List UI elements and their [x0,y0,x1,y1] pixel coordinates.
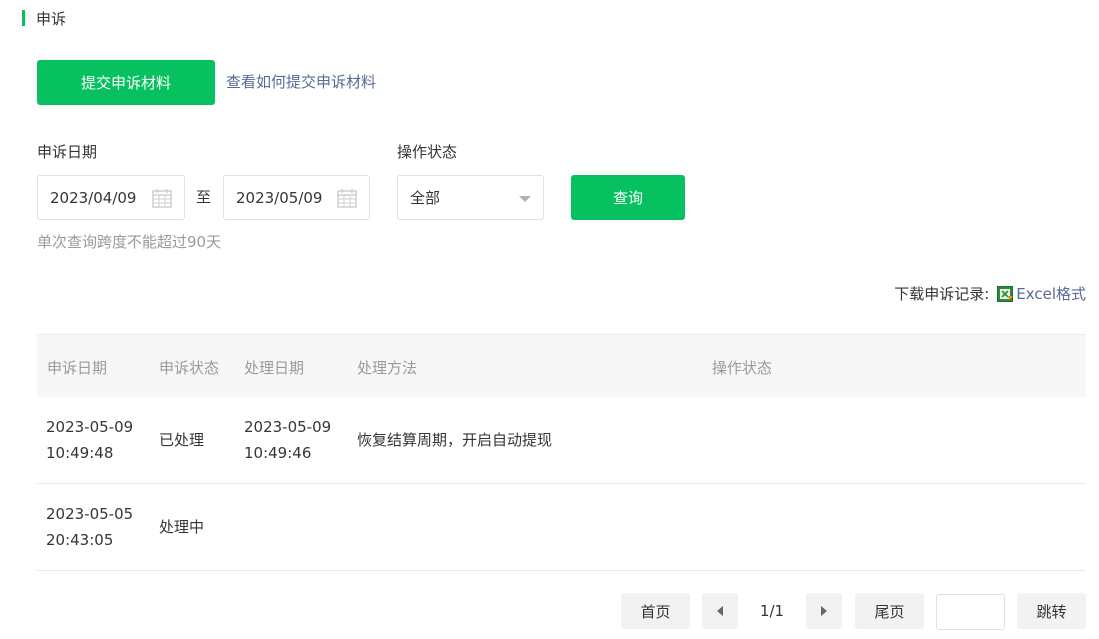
accent-bar [22,10,25,26]
appeal-date-label: 申诉日期 [37,143,98,161]
status-label: 操作状态 [397,143,458,161]
calendar-icon [152,189,172,208]
column-header: 申诉日期 [47,359,108,377]
query-button[interactable]: 查询 [571,175,685,220]
download-records: 下载申诉记录: Excel格式 [894,283,1086,304]
prev-page-button[interactable] [702,593,738,629]
status-select[interactable]: 全部 [397,175,544,220]
next-page-button[interactable] [806,593,842,629]
section-title-text: 申诉 [36,9,67,28]
first-page-button[interactable]: 首页 [621,593,690,629]
jump-page-input[interactable] [936,594,1005,630]
start-date-input[interactable]: 2023/04/09 [37,175,185,220]
query-hint: 单次查询跨度不能超过90天 [37,233,222,251]
excel-download-link[interactable]: Excel格式 [1016,283,1086,304]
start-date-value: 2023/04/09 [50,188,137,207]
chevron-down-icon [519,196,531,202]
end-date-input[interactable]: 2023/05/09 [223,175,370,220]
column-header: 操作状态 [712,359,773,377]
cell-status: 已处理 [159,431,205,449]
calendar-icon [337,189,357,208]
jump-button[interactable]: 跳转 [1017,593,1086,629]
howto-submit-link[interactable]: 查看如何提交申诉材料 [226,71,376,92]
chevron-left-icon [717,606,723,616]
status-select-value: 全部 [410,189,441,207]
end-date-value: 2023/05/09 [236,188,323,207]
last-page-button[interactable]: 尾页 [855,593,924,629]
table-row: 2023-05-09 10:49:48 已处理 2023-05-09 10:49… [37,397,1086,484]
column-header: 处理日期 [244,359,305,377]
column-header: 申诉状态 [159,359,220,377]
chevron-right-icon [821,606,827,616]
submit-appeal-button[interactable]: 提交申诉材料 [37,60,215,105]
cell-method: 恢复结算周期，开启自动提现 [357,431,553,449]
cell-appeal-date: 2023-05-09 10:49:48 [46,418,134,462]
cell-process-date: 2023-05-09 10:49:46 [244,418,332,462]
appeal-table: 申诉日期 申诉状态 处理日期 处理方法 操作状态 2023-05-09 10:4… [37,334,1086,571]
cell-appeal-date: 2023-05-05 20:43:05 [46,505,134,549]
download-label: 下载申诉记录: [894,285,990,303]
excel-icon [997,285,1014,302]
section-title: 申诉 [22,8,66,28]
table-header: 申诉日期 申诉状态 处理日期 处理方法 操作状态 [37,334,1086,397]
date-range-separator: 至 [196,188,212,206]
page-indicator: 1/1 [759,602,785,620]
table-row: 2023-05-05 20:43:05 处理中 [37,484,1086,571]
cell-status: 处理中 [159,518,205,536]
column-header: 处理方法 [357,359,418,377]
